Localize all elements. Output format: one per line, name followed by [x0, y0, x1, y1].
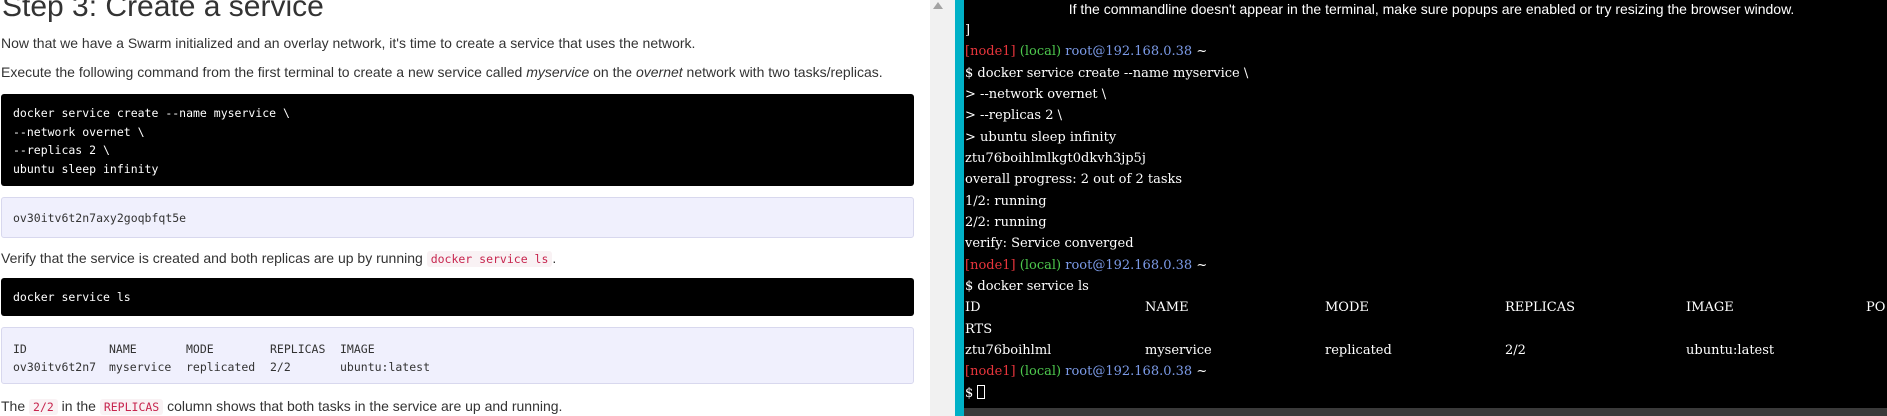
term-col-replicas-header: REPLICAS: [1505, 300, 1576, 316]
terminal-line: overall progress: 2 out of 2 tasks: [965, 172, 1183, 188]
cell-id: ov30itv6t2n7: [13, 360, 97, 374]
verify-text: Verify that the service is created and b…: [1, 250, 427, 266]
output-line: ov30itv6t2n7axy2goqbfqt5e: [13, 211, 187, 225]
terminal-prompt: [node1] (local) root@192.168.0.38 ~: [965, 361, 1865, 382]
prompt-tilde: ~: [1196, 364, 1208, 380]
inline-code: REPLICAS: [99, 399, 164, 415]
term-cell-mode: replicated: [1325, 342, 1392, 358]
ls-header-line: ID NAME MODE REPLICAS IMAGE PO: [965, 297, 1885, 318]
term-col-id-header: ID: [965, 300, 981, 316]
terminal-line: > ubuntu sleep infinity: [965, 129, 1117, 145]
code-line: --network overnet \: [13, 124, 145, 139]
prompt-tilde: ~: [1196, 257, 1208, 273]
term-cell-replicas: 2/2: [1505, 342, 1526, 358]
col-id-header: ID: [13, 342, 27, 356]
ls-row-line: ztu76boihlml myservice replicated 2/2 ubuntu…: [965, 340, 1865, 361]
final-text: The: [1, 398, 30, 414]
final-paragraph: The 2/2 in the REPLICAS column shows tha…: [1, 398, 563, 415]
code-line: --replicas 2 \: [13, 143, 110, 157]
verify-text: .: [552, 250, 557, 266]
term-col-name-header: NAME: [1145, 300, 1189, 316]
scroll-up-arrow-icon[interactable]: [933, 2, 943, 9]
terminal-line: $ docker service create --name myservice…: [965, 65, 1249, 81]
prompt-local: (local): [1019, 44, 1062, 60]
step-heading: Step 3: Create a service: [2, 0, 324, 23]
ls-command-block[interactable]: docker service ls: [1, 278, 914, 316]
term-cell-name: myservice: [1145, 342, 1212, 358]
output-row-line: ov30itv6t2n7 myservice replicated 2/2 ubuntu…: [13, 358, 902, 376]
cell-replicas: 2/2: [270, 360, 291, 374]
inline-code: 2/2: [29, 399, 58, 415]
prompt-local: (local): [1019, 364, 1062, 380]
create-output-block: ov30itv6t2n7axy2goqbfqt5e: [1, 197, 914, 238]
terminal-line: 1/2: running: [965, 193, 1047, 209]
prompt-node: [node1]: [965, 257, 1016, 273]
terminal-bottom-bar: [964, 408, 1887, 416]
tutorial-pane: Step 3: Create a service Now that we hav…: [0, 0, 930, 416]
ls-output-block: ID NAME MODE REPLICAS IMAGE ov30itv6t2n7 myse…: [1, 327, 914, 384]
prompt-node: [node1]: [965, 44, 1016, 60]
terminal-input-line[interactable]: $: [965, 383, 1865, 404]
term-cell-id: ztu76boihlml: [965, 342, 1052, 358]
prompt-node: [node1]: [965, 364, 1016, 380]
final-text: column shows that both tasks in the serv…: [163, 398, 563, 414]
final-text: in the: [57, 398, 100, 414]
code-line: docker service ls: [13, 290, 131, 304]
inline-code: docker service ls: [426, 251, 553, 267]
terminal-prompt: [node1] (local) root@192.168.0.38 ~: [965, 41, 1865, 62]
instruction-text: Execute the following command from the f…: [1, 64, 527, 80]
code-line: ubuntu sleep infinity: [13, 161, 159, 176]
term-col-image-header: IMAGE: [1686, 300, 1734, 316]
divider-handle[interactable]: [955, 0, 964, 416]
code-line: docker service create --name myservice \: [13, 106, 290, 120]
terminal-banner: If the commandline doesn't appear in the…: [1068, 1, 1795, 17]
prompt-host: root@192.168.0.38: [1065, 364, 1193, 380]
terminal-line: 2/2: running: [965, 214, 1047, 230]
terminal-prompt: [node1] (local) root@192.168.0.38 ~: [965, 255, 1865, 276]
terminal-line: ztu76boihlmlkgt0dkvh3jp5j: [965, 150, 1146, 166]
col-replicas-header: REPLICAS: [270, 342, 326, 356]
col-name-header: NAME: [109, 342, 137, 356]
prompt-host: root@192.168.0.38: [1065, 44, 1193, 60]
cell-image: ubuntu:latest: [340, 360, 431, 374]
output-header-line: ID NAME MODE REPLICAS IMAGE: [13, 340, 902, 358]
terminal-line: verify: Service converged: [965, 236, 1134, 252]
instruction-text: on the: [589, 64, 636, 80]
input-prompt: $: [965, 385, 978, 401]
terminal-pane[interactable]: If the commandline doesn't appear in the…: [964, 0, 1887, 416]
terminal-output: ] [node1] (local) root@192.168.0.38 ~ $ …: [965, 20, 1885, 404]
term-col-mode-header: MODE: [1325, 300, 1369, 316]
service-name-emphasis: myservice: [526, 64, 590, 80]
terminal-line: ]: [965, 23, 971, 38]
create-command-block[interactable]: docker service create --name myservice \…: [1, 94, 914, 186]
term-col-ports-header: PO: [1866, 300, 1886, 316]
instruction-text: network with two tasks/replicas.: [682, 64, 883, 80]
pane-divider[interactable]: [930, 0, 964, 416]
prompt-local: (local): [1019, 257, 1062, 273]
col-mode-header: MODE: [186, 342, 214, 356]
instruction-paragraph: Execute the following command from the f…: [1, 64, 883, 80]
prompt-tilde: ~: [1196, 44, 1208, 60]
term-cell-image: ubuntu:latest: [1686, 342, 1775, 358]
terminal-line: > --network overnet \: [965, 86, 1107, 102]
cell-name: myservice: [109, 360, 172, 374]
network-name-emphasis: overnet: [635, 64, 683, 80]
intro-paragraph: Now that we have a Swarm initialized and…: [1, 35, 696, 51]
prompt-host: root@192.168.0.38: [1065, 257, 1193, 273]
verify-paragraph: Verify that the service is created and b…: [1, 250, 557, 267]
terminal-line: > --replicas 2 \: [965, 108, 1062, 124]
tutorial-scrollbar[interactable]: [914, 0, 930, 416]
ls-header-wrap: RTS: [965, 321, 993, 337]
col-image-header: IMAGE: [340, 342, 375, 356]
cell-mode: replicated: [186, 360, 256, 374]
terminal-line: $ docker service ls: [965, 278, 1089, 294]
terminal-cursor[interactable]: [977, 384, 986, 399]
